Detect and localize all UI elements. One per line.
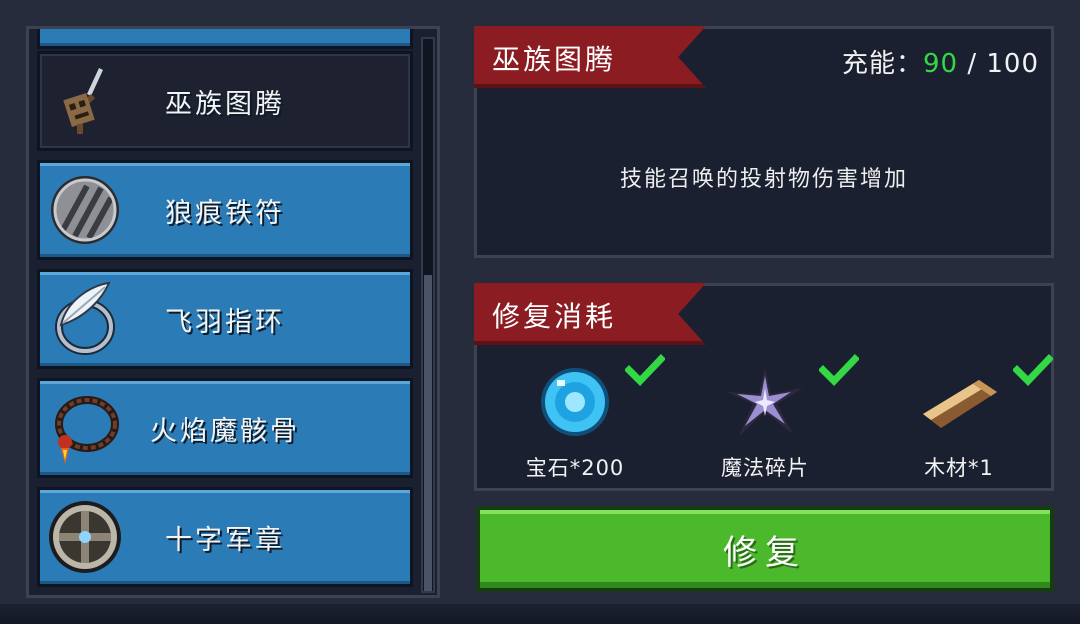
gem-icon bbox=[537, 364, 613, 444]
item-label: 巫族图腾 bbox=[165, 88, 285, 120]
magic-shard-icon bbox=[723, 364, 807, 444]
wood-icon bbox=[917, 364, 1001, 438]
item-label: 十字军章 bbox=[165, 524, 285, 556]
item-list-panel[interactable]: 巫族图腾 狼痕铁符 飞羽指环 火焰魔骸骨 十字军章 bbox=[26, 26, 440, 598]
list-item-wolf-talisman[interactable]: 狼痕铁符 bbox=[37, 160, 413, 260]
scrollbar-thumb[interactable] bbox=[424, 275, 432, 591]
repair-button[interactable]: 修复 bbox=[476, 506, 1054, 592]
check-icon bbox=[818, 354, 860, 390]
check-icon bbox=[1012, 354, 1054, 390]
cost-title: 修复消耗 bbox=[492, 300, 617, 333]
crusader-badge-icon bbox=[40, 490, 130, 584]
item-label: 飞羽指环 bbox=[165, 306, 285, 338]
material-wood: 木材*1 bbox=[869, 354, 1054, 484]
material-label: 木材*1 bbox=[924, 456, 994, 480]
item-title-ribbon: 巫族图腾 bbox=[474, 26, 706, 88]
charge-readout: 充能：90 / 100 bbox=[842, 43, 1039, 80]
item-label: 火焰魔骸骨 bbox=[150, 415, 300, 447]
item-title: 巫族图腾 bbox=[492, 43, 617, 76]
item-description: 技能召唤的投射物伤害增加 bbox=[619, 167, 908, 192]
charge-label: 充能： bbox=[841, 49, 923, 79]
scrollbar[interactable] bbox=[421, 37, 435, 593]
charge-max: 100 bbox=[986, 49, 1039, 79]
material-gem: 宝石*200 bbox=[485, 354, 666, 484]
totem-dagger-icon bbox=[40, 54, 130, 148]
material-label: 宝石*200 bbox=[525, 456, 625, 480]
material-magic-shard: 魔法碎片 bbox=[675, 354, 860, 484]
list-item-wizard-totem[interactable]: 巫族图腾 bbox=[37, 51, 413, 151]
list-item-flame-bone[interactable]: 火焰魔骸骨 bbox=[37, 378, 413, 478]
feather-ring-icon bbox=[40, 272, 130, 366]
check-icon bbox=[624, 354, 666, 390]
flame-bone-necklace-icon bbox=[40, 381, 130, 475]
list-item-partial[interactable] bbox=[37, 29, 413, 49]
charge-current: 90 bbox=[922, 49, 959, 79]
list-item-feather-ring[interactable]: 飞羽指环 bbox=[37, 269, 413, 369]
item-info-panel: 巫族图腾 充能：90 / 100 技能召唤的投射物伤害增加 bbox=[474, 26, 1054, 258]
repair-screen: 巫族图腾 狼痕铁符 飞羽指环 火焰魔骸骨 十字军章 巫族图腾 充能：90 / 1… bbox=[0, 0, 1080, 624]
cost-title-ribbon: 修复消耗 bbox=[474, 283, 706, 345]
charge-separator: / bbox=[958, 49, 987, 79]
iron-talisman-icon bbox=[40, 163, 130, 257]
repair-button-label: 修复 bbox=[723, 532, 807, 573]
material-label: 魔法碎片 bbox=[721, 456, 809, 480]
item-label: 狼痕铁符 bbox=[165, 197, 285, 229]
repair-cost-panel: 修复消耗 宝石*200 魔法碎片 木材*1 bbox=[474, 283, 1054, 491]
list-item-crusader-badge[interactable]: 十字军章 bbox=[37, 487, 413, 587]
